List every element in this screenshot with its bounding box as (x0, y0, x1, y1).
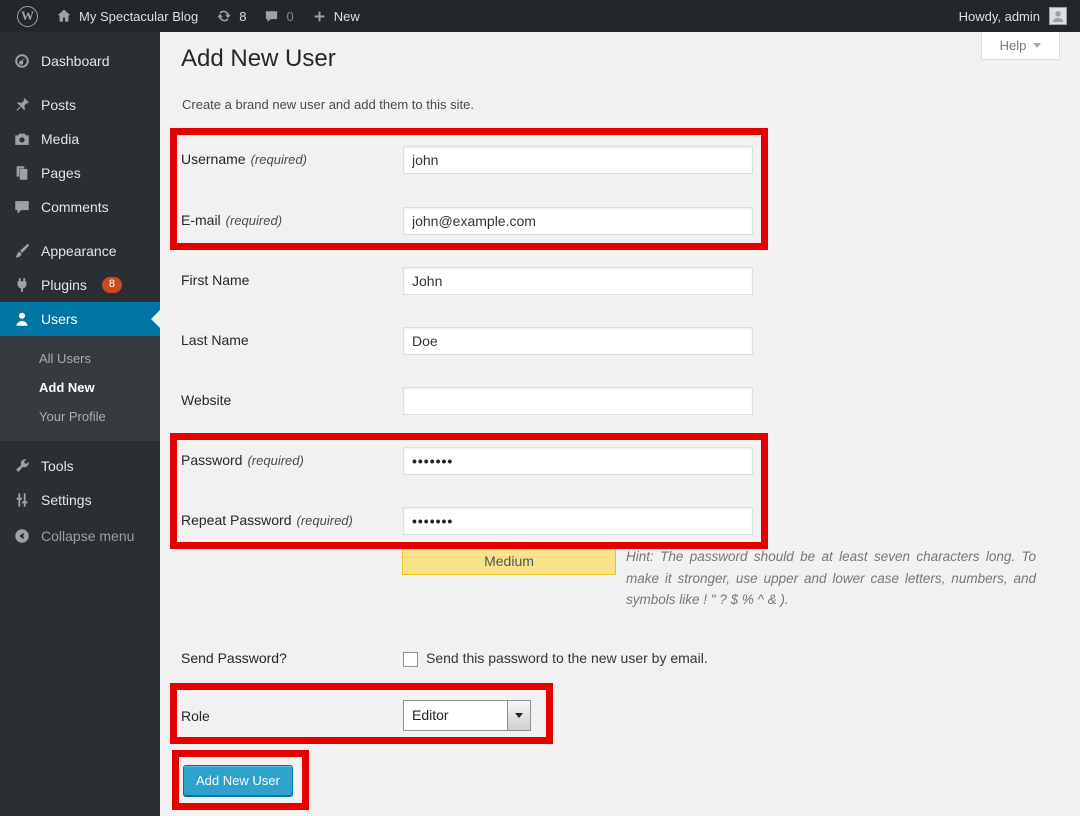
comment-count: 0 (286, 9, 293, 24)
users-submenu: All Users Add New Your Profile (0, 336, 160, 441)
sidebar-item-pages[interactable]: Pages (0, 156, 160, 190)
plus-icon (312, 9, 327, 24)
media-icon (13, 130, 31, 148)
sidebar-item-posts[interactable]: Posts (0, 88, 160, 122)
sidebar-separator (0, 78, 160, 88)
submenu-item-add-new[interactable]: Add New (0, 373, 160, 402)
sidebar-item-label: Appearance (41, 243, 117, 259)
email-label: E-mail(required) (181, 212, 282, 228)
sidebar-item-label: Plugins (41, 277, 87, 293)
site-name-label: My Spectacular Blog (79, 9, 198, 24)
required-suffix: (required) (251, 152, 307, 167)
username-label: Username(required) (181, 151, 307, 167)
repeat-password-field[interactable] (403, 507, 753, 535)
pages-icon (13, 164, 31, 182)
avatar (1049, 7, 1067, 25)
updates-link[interactable]: 8 (207, 0, 255, 32)
last-name-label: Last Name (181, 332, 249, 348)
current-menu-arrow (151, 310, 160, 328)
wrench-icon (13, 457, 31, 475)
role-select[interactable]: Editor (403, 700, 531, 731)
sidebar-item-label: Settings (41, 492, 92, 508)
required-suffix: (required) (247, 453, 303, 468)
sidebar-item-plugins[interactable]: Plugins 8 (0, 268, 160, 302)
add-new-user-button[interactable]: Add New User (183, 765, 293, 796)
dashboard-icon (13, 52, 31, 70)
page-subtitle: Create a brand new user and add them to … (182, 97, 474, 112)
admin-sidebar: Dashboard Posts Media Pages Comments (0, 32, 160, 816)
updates-icon (216, 8, 232, 24)
username-input[interactable] (403, 146, 753, 174)
comments-icon (13, 198, 31, 216)
users-icon (13, 310, 31, 328)
main-content: Help Add New User Create a brand new use… (160, 32, 1080, 816)
send-password-checkbox-label: Send this password to the new user by em… (426, 650, 708, 666)
required-suffix: (required) (226, 213, 282, 228)
password-label: Password(required) (181, 452, 304, 468)
plug-icon (13, 276, 31, 294)
wordpress-menu[interactable]: W (8, 0, 47, 32)
new-content-link[interactable]: New (303, 0, 369, 32)
sidebar-item-label: Dashboard (41, 53, 110, 69)
sidebar-item-label: Tools (41, 458, 74, 474)
send-password-label: Send Password? (181, 650, 287, 666)
first-name-input[interactable] (403, 267, 753, 295)
sidebar-item-label: Users (41, 311, 78, 327)
comment-bubble-icon (264, 9, 279, 24)
howdy-label: Howdy, admin (959, 9, 1040, 24)
chevron-down-icon (1033, 43, 1041, 48)
update-count: 8 (239, 9, 246, 24)
sidebar-item-label: Posts (41, 97, 76, 113)
collapse-menu-button[interactable]: Collapse menu (0, 519, 160, 553)
repeat-password-label: Repeat Password(required) (181, 512, 353, 528)
password-strength-meter: Medium (402, 547, 616, 575)
sidebar-item-appearance[interactable]: Appearance (0, 234, 160, 268)
select-dropdown-button[interactable] (507, 701, 530, 730)
admin-bar-left: W My Spectacular Blog 8 0 (0, 0, 369, 32)
role-selected-value: Editor (412, 701, 449, 730)
account-menu[interactable]: Howdy, admin (959, 0, 1080, 32)
sidebar-item-comments[interactable]: Comments (0, 190, 160, 224)
sidebar-item-label: Comments (41, 199, 109, 215)
submenu-item-your-profile[interactable]: Your Profile (0, 402, 160, 431)
help-button[interactable]: Help (981, 32, 1060, 60)
plugins-update-badge: 8 (102, 277, 122, 293)
site-name-link[interactable]: My Spectacular Blog (47, 0, 207, 32)
sidebar-separator (0, 224, 160, 234)
sidebar-item-dashboard[interactable]: Dashboard (0, 44, 160, 78)
new-label: New (334, 9, 360, 24)
email-field[interactable] (403, 207, 753, 235)
sliders-icon (13, 491, 31, 509)
password-hint-area: Medium Hint: The password should be at l… (402, 546, 1036, 611)
pushpin-icon (13, 96, 31, 114)
collapse-icon (13, 527, 31, 545)
website-input[interactable] (403, 387, 753, 415)
page-title: Add New User (181, 45, 336, 73)
wordpress-admin-page: W My Spectacular Blog 8 0 (0, 0, 1080, 816)
sidebar-item-settings[interactable]: Settings (0, 483, 160, 517)
required-suffix: (required) (297, 513, 353, 528)
wordpress-logo-icon: W (17, 6, 38, 27)
website-label: Website (181, 392, 231, 408)
password-field[interactable] (403, 447, 753, 475)
sidebar-item-label: Collapse menu (41, 528, 134, 544)
brush-icon (13, 242, 31, 260)
submenu-item-all-users[interactable]: All Users (0, 344, 160, 373)
sidebar-separator (0, 441, 160, 449)
comments-link[interactable]: 0 (255, 0, 302, 32)
home-icon (56, 8, 72, 24)
sidebar-item-users[interactable]: Users (0, 302, 160, 336)
chevron-down-icon (515, 713, 523, 718)
role-label: Role (181, 708, 210, 724)
sidebar-item-label: Media (41, 131, 79, 147)
send-password-checkbox[interactable] (403, 652, 418, 667)
last-name-input[interactable] (403, 327, 753, 355)
first-name-label: First Name (181, 272, 249, 288)
sidebar-item-tools[interactable]: Tools (0, 449, 160, 483)
sidebar-item-media[interactable]: Media (0, 122, 160, 156)
admin-bar: W My Spectacular Blog 8 0 (0, 0, 1080, 32)
sidebar-item-label: Pages (41, 165, 81, 181)
help-label: Help (1000, 38, 1027, 53)
